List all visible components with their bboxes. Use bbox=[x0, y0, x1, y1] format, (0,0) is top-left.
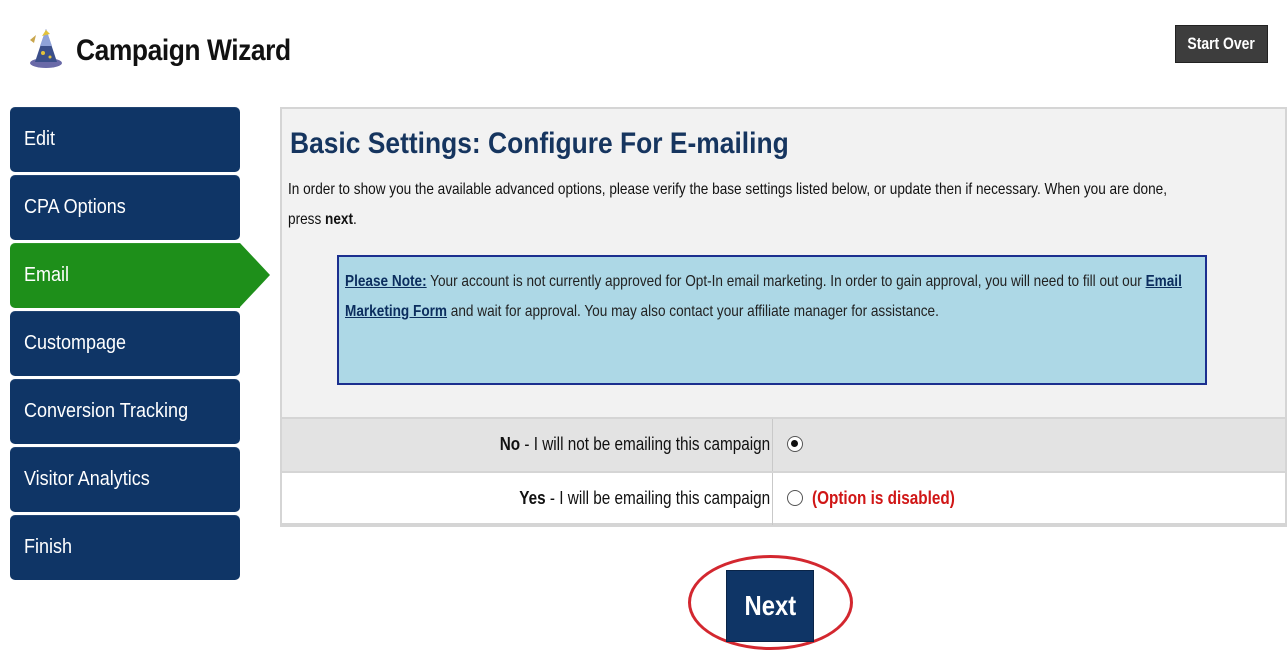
option-yes-text: - I will be emailing this campaign bbox=[545, 488, 770, 508]
sidebar-item-visitor-analytics[interactable]: Visitor Analytics bbox=[10, 447, 240, 512]
header: Campaign Wizard Start Over bbox=[0, 0, 1288, 100]
next-label: Next bbox=[744, 590, 796, 621]
sidebar-item-custompage[interactable]: Custompage bbox=[10, 311, 240, 376]
app-title: Campaign Wizard bbox=[76, 34, 291, 67]
sidebar-item-label: Email bbox=[24, 264, 70, 286]
option-row-no: No - I will not be emailing this campaig… bbox=[282, 417, 1285, 471]
sidebar-item-conversion-tracking[interactable]: Conversion Tracking bbox=[10, 379, 240, 444]
option-no-text: - I will not be emailing this campaign bbox=[519, 434, 770, 454]
option-divider bbox=[772, 419, 773, 471]
option-yes-bold: Yes bbox=[519, 488, 546, 508]
start-over-label: Start Over bbox=[1187, 34, 1256, 53]
sidebar-item-email[interactable]: Email bbox=[10, 243, 270, 308]
note-text: Please Note: Your account is not current… bbox=[345, 267, 1195, 327]
sidebar-item-label: CPA Options bbox=[24, 196, 126, 218]
settings-panel: Basic Settings: Configure For E-mailing … bbox=[280, 107, 1287, 527]
option-row-yes: Yes - I will be emailing this campaign (… bbox=[282, 471, 1285, 525]
start-over-button[interactable]: Start Over bbox=[1175, 25, 1268, 63]
option-label-no: No - I will not be emailing this campaig… bbox=[500, 434, 770, 455]
sidebar-item-label: Edit bbox=[24, 128, 56, 150]
page-title: Basic Settings: Configure For E-mailing bbox=[290, 127, 789, 160]
approval-note: Please Note: Your account is not current… bbox=[337, 255, 1207, 385]
page-description: In order to show you the available advan… bbox=[288, 175, 1181, 235]
sidebar-item-cpa-options[interactable]: CPA Options bbox=[10, 175, 240, 240]
radio-yes[interactable] bbox=[787, 490, 803, 506]
sidebar-item-finish[interactable]: Finish bbox=[10, 515, 240, 580]
option-disabled-note: (Option is disabled) bbox=[812, 488, 955, 508]
note-text-2: and wait for approval. You may also cont… bbox=[447, 303, 939, 320]
option-label-yes: Yes - I will be emailing this campaign bbox=[519, 488, 770, 509]
description-text: In order to show you the available advan… bbox=[288, 181, 1168, 228]
please-note-link[interactable]: Please Note: bbox=[345, 273, 427, 290]
active-arrow bbox=[240, 243, 270, 307]
option-no-bold: No bbox=[499, 434, 520, 454]
note-text-1: Your account is not currently approved f… bbox=[426, 273, 1146, 290]
option-divider bbox=[772, 473, 773, 525]
sidebar-item-label: Visitor Analytics bbox=[24, 468, 150, 490]
radio-no[interactable] bbox=[787, 436, 803, 452]
wizard-hat-icon bbox=[26, 26, 66, 70]
sidebar-item-edit[interactable]: Edit bbox=[10, 107, 240, 172]
description-end: . bbox=[353, 211, 357, 228]
sidebar-item-label: Finish bbox=[24, 536, 73, 558]
sidebar-item-label: Conversion Tracking bbox=[24, 400, 189, 422]
description-bold: next bbox=[325, 211, 354, 228]
sidebar-item-label: Custompage bbox=[24, 332, 127, 354]
next-button[interactable]: Next bbox=[726, 570, 814, 642]
